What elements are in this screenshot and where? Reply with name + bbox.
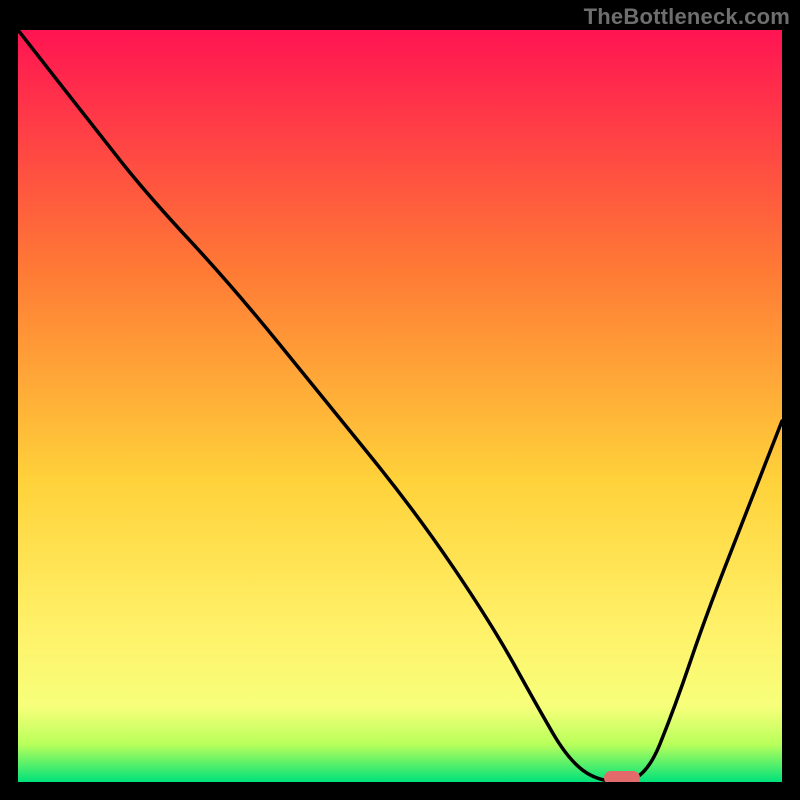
- chart-svg: [18, 30, 782, 782]
- chart-root: TheBottleneck.com: [0, 0, 800, 800]
- watermark-text: TheBottleneck.com: [584, 4, 790, 30]
- plot-area: [18, 30, 782, 782]
- chart-background-gradient: [18, 30, 782, 782]
- best-match-marker: [604, 771, 640, 782]
